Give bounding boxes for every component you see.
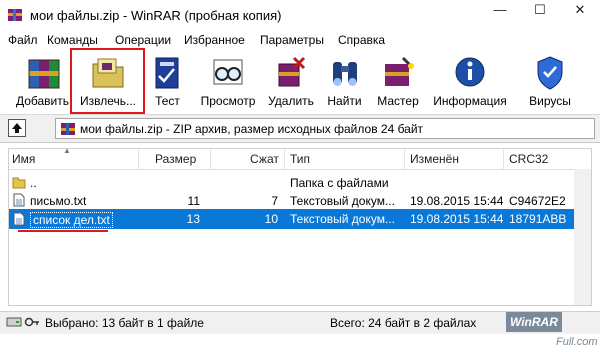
find-label: Найти: [327, 94, 362, 108]
menu-commands[interactable]: Команды: [47, 33, 98, 47]
test-label: Тест: [155, 94, 180, 108]
wizard-label: Мастер: [377, 94, 419, 108]
row-name: письмо.txt: [30, 194, 87, 208]
row-name: ..: [30, 176, 37, 190]
row-type: Текстовый докум...: [290, 194, 395, 208]
wizard-icon: [385, 56, 414, 86]
info-icon: [455, 57, 485, 87]
red-underline-annotation: [18, 230, 108, 232]
row-crc: 18791ABB: [509, 212, 567, 226]
delete-button[interactable]: Удалить: [265, 52, 317, 112]
wizard-button[interactable]: Мастер: [373, 52, 423, 112]
up-folder-button[interactable]: [8, 119, 26, 137]
row-type: Папка с файлами: [290, 176, 389, 190]
watermark-suffix: -Full.com: [556, 316, 598, 348]
menu-operations[interactable]: Операции: [115, 33, 171, 47]
sort-arrow-icon: ▲: [63, 146, 71, 155]
menu-file[interactable]: Файл: [8, 33, 38, 47]
column-header-type[interactable]: Тип: [290, 152, 310, 166]
close-button[interactable]: ✕: [560, 0, 600, 22]
test-book-icon: [155, 57, 179, 89]
virus-scan-label: Вирусы: [529, 94, 571, 108]
row-crc: C94672E2: [509, 194, 566, 208]
row-name: список дел.txt: [30, 212, 113, 228]
key-icon: [24, 317, 39, 327]
text-file-icon: [13, 212, 25, 226]
view-button[interactable]: Просмотр: [197, 52, 259, 112]
virus-scan-button[interactable]: Вирусы: [520, 52, 580, 112]
extract-highlight-frame: [70, 48, 145, 114]
info-label: Информация: [433, 94, 507, 108]
binoculars-icon: [333, 62, 357, 86]
window-title: мои файлы.zip - WinRAR (пробная копия): [30, 8, 282, 23]
text-file-icon: [13, 193, 25, 207]
delete-icon: [278, 56, 306, 87]
row-modified: 19.08.2015 15:44: [410, 194, 504, 208]
winrar-app-icon: [8, 9, 22, 21]
maximize-button[interactable]: ☐: [520, 0, 560, 22]
site-watermark: WinRAR -Full.com: [506, 312, 600, 348]
menu-favorites[interactable]: Избранное: [184, 33, 245, 47]
row-modified: 19.08.2015 15:44: [410, 212, 504, 226]
path-text: мои файлы.zip - ZIP архив, размер исходн…: [80, 122, 424, 136]
column-separator: [404, 149, 405, 169]
virus-scan-icon: [537, 56, 563, 90]
status-total: Всего: 24 байт в 2 файлах: [330, 316, 477, 330]
view-glasses-icon: [213, 59, 243, 85]
column-header-size[interactable]: Размер: [155, 152, 196, 166]
row-size: 11: [187, 194, 200, 208]
row-packed: 10: [264, 212, 278, 226]
column-header-crc32[interactable]: CRC32: [509, 152, 548, 166]
column-header-name[interactable]: Имя: [12, 152, 35, 166]
column-header-modified[interactable]: Изменён: [410, 152, 459, 166]
test-button[interactable]: Тест: [145, 52, 190, 112]
archive-books-icon: [28, 59, 60, 89]
delete-label: Удалить: [268, 94, 314, 108]
column-separator: [138, 149, 139, 169]
status-selected: Выбрано: 13 байт в 1 файле: [45, 316, 204, 330]
add-button[interactable]: Добавить: [10, 52, 75, 112]
find-button[interactable]: Найти: [322, 52, 367, 112]
menu-help[interactable]: Справка: [338, 33, 385, 47]
arrow-up-icon: [12, 123, 22, 133]
column-separator: [210, 149, 211, 169]
drive-icon: [6, 317, 22, 327]
watermark-brand: WinRAR: [506, 312, 562, 332]
column-separator: [503, 149, 504, 169]
folder-icon: [12, 177, 26, 189]
column-header-packed[interactable]: Сжат: [250, 152, 279, 166]
info-button[interactable]: Информация: [430, 52, 510, 112]
menu-options[interactable]: Параметры: [260, 33, 324, 47]
row-type: Текстовый докум...: [290, 212, 395, 226]
view-label: Просмотр: [200, 94, 256, 108]
column-separator: [284, 149, 285, 169]
row-packed: 7: [271, 194, 278, 208]
vertical-scrollbar[interactable]: [574, 169, 591, 305]
minimize-button[interactable]: —: [480, 0, 520, 22]
row-size: 13: [186, 212, 200, 226]
add-label: Добавить: [15, 94, 70, 108]
archive-icon: [61, 123, 75, 135]
